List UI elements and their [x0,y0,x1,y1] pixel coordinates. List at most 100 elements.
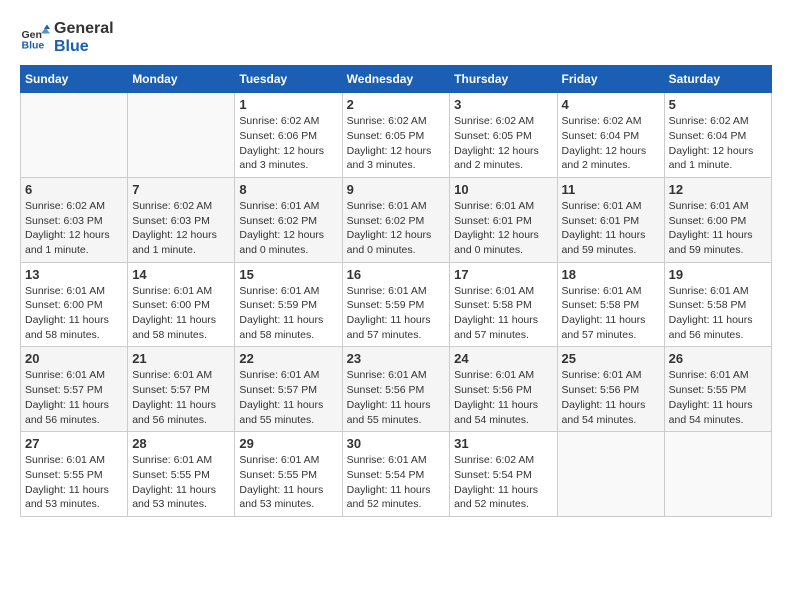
calendar-cell: 26 Sunrise: 6:01 AM Sunset: 5:55 PM Dayli… [664,347,771,432]
calendar-cell: 14 Sunrise: 6:01 AM Sunset: 6:00 PM Dayli… [128,262,235,347]
day-info: Sunrise: 6:02 AM Sunset: 5:54 PM Dayligh… [454,453,552,512]
day-info: Sunrise: 6:02 AM Sunset: 6:05 PM Dayligh… [347,114,446,173]
calendar-cell: 3 Sunrise: 6:02 AM Sunset: 6:05 PM Daylig… [450,93,557,178]
calendar-cell: 2 Sunrise: 6:02 AM Sunset: 6:05 PM Daylig… [342,93,450,178]
page-header: Gen Blue General Blue [20,20,772,55]
day-number: 31 [454,436,552,451]
calendar-cell: 11 Sunrise: 6:01 AM Sunset: 6:01 PM Dayli… [557,177,664,262]
week-row-2: 6 Sunrise: 6:02 AM Sunset: 6:03 PM Daylig… [21,177,772,262]
day-info: Sunrise: 6:01 AM Sunset: 5:57 PM Dayligh… [239,368,337,427]
day-info: Sunrise: 6:02 AM Sunset: 6:03 PM Dayligh… [132,199,230,258]
calendar-cell: 8 Sunrise: 6:01 AM Sunset: 6:02 PM Daylig… [235,177,342,262]
week-row-4: 20 Sunrise: 6:01 AM Sunset: 5:57 PM Dayli… [21,347,772,432]
day-info: Sunrise: 6:02 AM Sunset: 6:05 PM Dayligh… [454,114,552,173]
day-info: Sunrise: 6:01 AM Sunset: 6:00 PM Dayligh… [669,199,767,258]
calendar-cell: 9 Sunrise: 6:01 AM Sunset: 6:02 PM Daylig… [342,177,450,262]
day-info: Sunrise: 6:01 AM Sunset: 5:56 PM Dayligh… [347,368,446,427]
week-row-5: 27 Sunrise: 6:01 AM Sunset: 5:55 PM Dayli… [21,432,772,517]
day-info: Sunrise: 6:01 AM Sunset: 6:01 PM Dayligh… [454,199,552,258]
weekday-header-saturday: Saturday [664,66,771,93]
day-number: 11 [562,182,660,197]
day-info: Sunrise: 6:01 AM Sunset: 5:58 PM Dayligh… [562,284,660,343]
day-info: Sunrise: 6:01 AM Sunset: 5:58 PM Dayligh… [454,284,552,343]
day-number: 30 [347,436,446,451]
day-info: Sunrise: 6:01 AM Sunset: 6:00 PM Dayligh… [25,284,123,343]
day-number: 17 [454,267,552,282]
day-info: Sunrise: 6:01 AM Sunset: 5:59 PM Dayligh… [239,284,337,343]
calendar-cell: 5 Sunrise: 6:02 AM Sunset: 6:04 PM Daylig… [664,93,771,178]
weekday-header-sunday: Sunday [21,66,128,93]
calendar-cell: 31 Sunrise: 6:02 AM Sunset: 5:54 PM Dayli… [450,432,557,517]
day-info: Sunrise: 6:01 AM Sunset: 5:54 PM Dayligh… [347,453,446,512]
day-info: Sunrise: 6:01 AM Sunset: 6:02 PM Dayligh… [239,199,337,258]
day-number: 14 [132,267,230,282]
calendar-cell [557,432,664,517]
logo: Gen Blue General Blue [20,20,114,55]
day-number: 7 [132,182,230,197]
calendar-cell: 18Sunrise: 6:01 AM Sunset: 5:58 PM Dayli… [557,262,664,347]
day-number: 10 [454,182,552,197]
day-info: Sunrise: 6:02 AM Sunset: 6:06 PM Dayligh… [239,114,337,173]
weekday-header-friday: Friday [557,66,664,93]
week-row-3: 13 Sunrise: 6:01 AM Sunset: 6:00 PM Dayli… [21,262,772,347]
day-number: 8 [239,182,337,197]
day-number: 9 [347,182,446,197]
calendar-cell [21,93,128,178]
weekday-header-row: SundayMondayTuesdayWednesdayThursdayFrid… [21,66,772,93]
calendar-cell: 7 Sunrise: 6:02 AM Sunset: 6:03 PM Daylig… [128,177,235,262]
day-number: 1 [239,97,337,112]
weekday-header-wednesday: Wednesday [342,66,450,93]
calendar-cell: 19 Sunrise: 6:01 AM Sunset: 5:58 PM Dayli… [664,262,771,347]
day-number: 16 [347,267,446,282]
calendar-table: SundayMondayTuesdayWednesdayThursdayFrid… [20,65,772,517]
day-number: 24 [454,351,552,366]
day-number: 2 [347,97,446,112]
day-number: 4 [562,97,660,112]
day-number: 19 [669,267,767,282]
day-number: 13 [25,267,123,282]
day-number: 20 [25,351,123,366]
day-info: Sunrise: 6:01 AM Sunset: 5:58 PM Dayligh… [669,284,767,343]
calendar-cell [664,432,771,517]
day-number: 12 [669,182,767,197]
calendar-cell: 27 Sunrise: 6:01 AM Sunset: 5:55 PM Dayli… [21,432,128,517]
week-row-1: 1 Sunrise: 6:02 AM Sunset: 6:06 PM Daylig… [21,93,772,178]
day-info: Sunrise: 6:01 AM Sunset: 5:55 PM Dayligh… [25,453,123,512]
weekday-header-thursday: Thursday [450,66,557,93]
day-info: Sunrise: 6:01 AM Sunset: 5:57 PM Dayligh… [25,368,123,427]
day-number: 3 [454,97,552,112]
day-number: 6 [25,182,123,197]
calendar-cell: 4 Sunrise: 6:02 AM Sunset: 6:04 PM Daylig… [557,93,664,178]
day-info: Sunrise: 6:01 AM Sunset: 6:00 PM Dayligh… [132,284,230,343]
calendar-cell: 28 Sunrise: 6:01 AM Sunset: 5:55 PM Dayli… [128,432,235,517]
day-info: Sunrise: 6:02 AM Sunset: 6:04 PM Dayligh… [562,114,660,173]
calendar-cell: 16 Sunrise: 6:01 AM Sunset: 5:59 PM Dayli… [342,262,450,347]
day-number: 25 [562,351,660,366]
svg-text:Blue: Blue [22,39,45,51]
day-number: 26 [669,351,767,366]
calendar-cell: 23 Sunrise: 6:01 AM Sunset: 5:56 PM Dayli… [342,347,450,432]
calendar-cell: 30 Sunrise: 6:01 AM Sunset: 5:54 PM Dayli… [342,432,450,517]
calendar-cell: 21 Sunrise: 6:01 AM Sunset: 5:57 PM Dayli… [128,347,235,432]
day-info: Sunrise: 6:01 AM Sunset: 5:59 PM Dayligh… [347,284,446,343]
day-info: Sunrise: 6:01 AM Sunset: 6:02 PM Dayligh… [347,199,446,258]
day-info: Sunrise: 6:02 AM Sunset: 6:04 PM Dayligh… [669,114,767,173]
calendar-cell: 12 Sunrise: 6:01 AM Sunset: 6:00 PM Dayli… [664,177,771,262]
day-number: 27 [25,436,123,451]
day-number: 21 [132,351,230,366]
day-info: Sunrise: 6:01 AM Sunset: 5:55 PM Dayligh… [239,453,337,512]
day-info: Sunrise: 6:01 AM Sunset: 6:01 PM Dayligh… [562,199,660,258]
weekday-header-monday: Monday [128,66,235,93]
day-number: 5 [669,97,767,112]
calendar-cell: 6Sunrise: 6:02 AM Sunset: 6:03 PM Daylig… [21,177,128,262]
weekday-header-tuesday: Tuesday [235,66,342,93]
calendar-cell [128,93,235,178]
day-number: 23 [347,351,446,366]
calendar-cell: 15Sunrise: 6:01 AM Sunset: 5:59 PM Dayli… [235,262,342,347]
day-info: Sunrise: 6:01 AM Sunset: 5:55 PM Dayligh… [132,453,230,512]
day-info: Sunrise: 6:01 AM Sunset: 5:56 PM Dayligh… [454,368,552,427]
calendar-cell: 1 Sunrise: 6:02 AM Sunset: 6:06 PM Daylig… [235,93,342,178]
day-info: Sunrise: 6:01 AM Sunset: 5:55 PM Dayligh… [669,368,767,427]
day-number: 28 [132,436,230,451]
day-info: Sunrise: 6:01 AM Sunset: 5:57 PM Dayligh… [132,368,230,427]
